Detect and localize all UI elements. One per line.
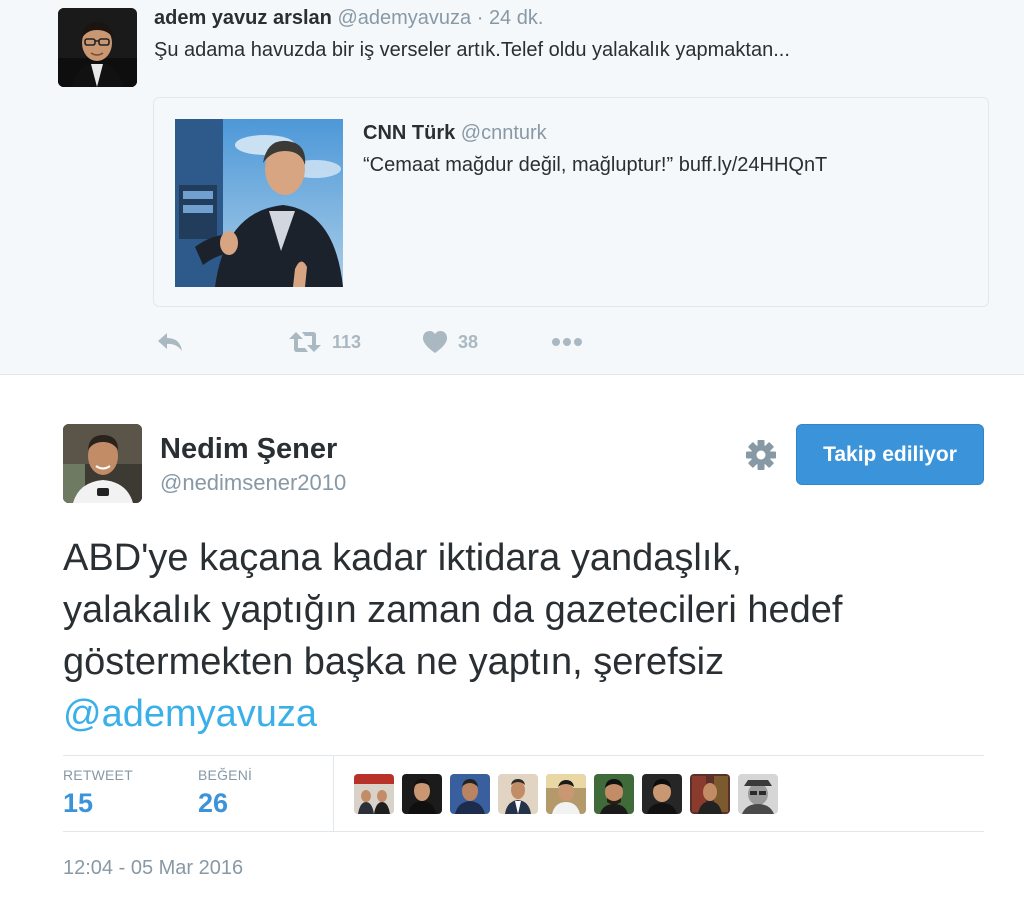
separator-dot: · bbox=[476, 7, 484, 29]
previous-tweet: adem yavuz arslan @ademyavuza · 24 dk. Ş… bbox=[0, 0, 1024, 375]
tweet-text-line: yalakalık yaptığın zaman da gazetecileri… bbox=[63, 589, 843, 631]
reply-button[interactable] bbox=[156, 322, 184, 362]
quoted-author-name[interactable]: CNN Türk bbox=[363, 122, 455, 144]
retweet-button[interactable]: 113 bbox=[288, 322, 361, 362]
main-tweet-text: ABD'ye kaçana kadar iktidara yandaşlık, … bbox=[63, 532, 983, 740]
gear-icon bbox=[746, 440, 776, 470]
like-stat[interactable]: BEĞENİ 26 bbox=[198, 767, 252, 819]
retweet-count: 113 bbox=[332, 331, 362, 352]
tweet-timestamp[interactable]: 12:04 - 05 Mar 2016 bbox=[63, 857, 243, 880]
stats-divider-vertical bbox=[333, 755, 334, 831]
author-name[interactable]: adem yavuz arslan bbox=[154, 7, 332, 29]
previous-tweet-header: adem yavuz arslan @ademyavuza · 24 dk. bbox=[154, 7, 543, 30]
mention-link[interactable]: @ademyavuza bbox=[63, 688, 983, 740]
quoted-tweet-text: “Cemaat mağdur değil, mağluptur!” buff.l… bbox=[363, 154, 828, 176]
quoted-tweet-image[interactable] bbox=[175, 119, 343, 287]
ademyavuza-avatar[interactable] bbox=[58, 8, 137, 87]
liker-avatar[interactable] bbox=[450, 774, 490, 814]
liker-avatar[interactable] bbox=[546, 774, 586, 814]
main-author-name[interactable]: Nedim Şener bbox=[160, 433, 337, 466]
liker-avatar[interactable] bbox=[498, 774, 538, 814]
liker-avatar[interactable] bbox=[690, 774, 730, 814]
like-count: 38 bbox=[458, 331, 479, 352]
main-author-handle[interactable]: @nedimsener2010 bbox=[160, 470, 346, 496]
author-handle[interactable]: @ademyavuza bbox=[337, 7, 471, 29]
tweet-time[interactable]: 24 dk. bbox=[489, 7, 543, 29]
more-button[interactable] bbox=[551, 322, 583, 362]
following-button[interactable]: Takip ediliyor bbox=[796, 424, 984, 485]
liker-avatars bbox=[354, 774, 778, 814]
retweet-stat-label: RETWEET bbox=[63, 767, 133, 783]
liker-avatar[interactable] bbox=[642, 774, 682, 814]
retweet-stat[interactable]: RETWEET 15 bbox=[63, 767, 133, 819]
like-stat-value: 26 bbox=[198, 788, 229, 818]
quoted-tweet-header: CNN Türk @cnnturk bbox=[363, 122, 547, 145]
nedimsener-avatar[interactable] bbox=[63, 424, 142, 503]
tweet-actions: 113 38 bbox=[0, 322, 1024, 362]
stats-divider-top bbox=[63, 755, 984, 756]
reply-icon bbox=[158, 333, 182, 351]
liker-avatar[interactable] bbox=[354, 774, 394, 814]
stats-divider-bottom bbox=[63, 831, 984, 832]
like-button[interactable]: 38 bbox=[422, 322, 478, 362]
more-dots-icon bbox=[552, 338, 582, 346]
retweet-icon bbox=[289, 332, 321, 352]
liker-avatar[interactable] bbox=[738, 774, 778, 814]
tweet-text-line: göstermekten başka ne yaptın, şerefsiz bbox=[63, 641, 725, 683]
previous-tweet-text: Şu adama havuzda bir iş verseler artık.T… bbox=[154, 39, 790, 61]
tweet-text-line: ABD'ye kaçana kadar iktidara yandaşlık, bbox=[63, 537, 742, 579]
like-stat-label: BEĞENİ bbox=[198, 767, 253, 783]
retweet-stat-value: 15 bbox=[63, 788, 94, 818]
settings-button[interactable] bbox=[743, 437, 779, 473]
liker-avatar[interactable] bbox=[402, 774, 442, 814]
quoted-tweet-card[interactable]: CNN Türk @cnnturk “Cemaat mağdur değil, … bbox=[153, 97, 989, 307]
quoted-author-handle[interactable]: @cnnturk bbox=[461, 122, 547, 144]
liker-avatar[interactable] bbox=[594, 774, 634, 814]
heart-icon bbox=[422, 331, 448, 353]
